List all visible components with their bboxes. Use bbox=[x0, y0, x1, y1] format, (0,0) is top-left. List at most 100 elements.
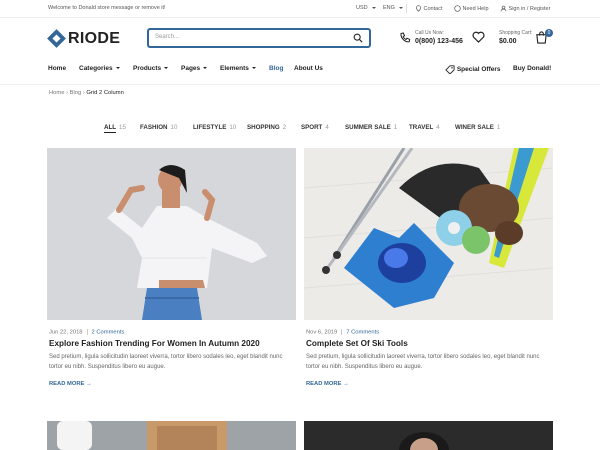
search-input[interactable]: Search... bbox=[155, 34, 179, 40]
language-value: ENG bbox=[383, 5, 395, 11]
read-more-link[interactable]: READ MORE → bbox=[306, 381, 349, 387]
cart-label: Shopping Cart: bbox=[499, 30, 533, 36]
nav-label: Categories bbox=[79, 65, 113, 72]
nav-item-home[interactable]: Home bbox=[48, 65, 66, 72]
call-label: Call Us Now: bbox=[415, 30, 444, 36]
post-comments-link[interactable]: 7 Comments bbox=[346, 330, 379, 336]
filter-label: FASHION bbox=[140, 124, 168, 131]
breadcrumb: Home › Blog › Grid 2 Column bbox=[49, 90, 124, 96]
chevron-down-icon bbox=[115, 67, 120, 70]
post-comments-link[interactable]: 2 Comments bbox=[92, 330, 125, 336]
chevron-down-icon bbox=[372, 6, 377, 9]
heart-icon[interactable] bbox=[472, 31, 485, 43]
nav-item-about[interactable]: About Us bbox=[294, 65, 323, 72]
help-link[interactable]: Need Help bbox=[454, 5, 489, 12]
filter-label: SHOPPING bbox=[247, 124, 280, 131]
nav-label: Products bbox=[133, 65, 162, 72]
divider bbox=[406, 4, 407, 13]
special-offers-link[interactable]: Special Offers bbox=[445, 65, 501, 74]
post-excerpt: Sed pretium, ligula sollicitudin laoreet… bbox=[49, 354, 283, 370]
breadcrumb-home[interactable]: Home bbox=[49, 90, 64, 96]
chevron-down-icon bbox=[399, 6, 404, 9]
filter-count: 4 bbox=[325, 124, 329, 131]
signin-label: Sign in / Register bbox=[508, 5, 551, 12]
signin-link[interactable]: Sign in / Register bbox=[500, 5, 550, 12]
filter-count: 10 bbox=[170, 124, 178, 131]
filter-label: LIFESTYLE bbox=[193, 124, 227, 131]
breadcrumb-blog[interactable]: Blog bbox=[70, 90, 82, 96]
help-icon bbox=[454, 5, 461, 12]
filter-count: 1 bbox=[496, 124, 501, 131]
divider bbox=[86, 329, 88, 335]
breadcrumb-current: Grid 2 Column bbox=[86, 90, 124, 96]
filter-summer-sale[interactable]: SUMMER SALE 1 bbox=[345, 124, 397, 131]
nav-item-categories[interactable]: Categories bbox=[79, 65, 120, 72]
read-more-label: READ MORE bbox=[306, 381, 342, 387]
nav-label: Pages bbox=[181, 65, 201, 72]
filter-count: 10 bbox=[229, 124, 237, 131]
search-box[interactable]: Search... bbox=[147, 28, 371, 48]
call-number[interactable]: 0(800) 123-456 bbox=[415, 38, 463, 45]
read-more-link[interactable]: READ MORE → bbox=[49, 381, 92, 387]
nav-item-blog[interactable]: Blog bbox=[269, 65, 283, 72]
filter-sport[interactable]: SPORT 4 bbox=[301, 124, 329, 131]
chevron-down-icon bbox=[251, 67, 256, 70]
filter-label: SUMMER SALE bbox=[345, 124, 391, 131]
filter-label: SPORT bbox=[301, 124, 323, 131]
divider bbox=[341, 329, 343, 335]
welcome-message: Welcome to Donald store message or remov… bbox=[48, 5, 166, 11]
filter-count: 4 bbox=[436, 124, 440, 131]
cart-count-badge: 0 bbox=[545, 29, 553, 37]
special-offers-label: Special Offers bbox=[456, 66, 501, 74]
post-title[interactable]: Complete Set Of Ski Tools bbox=[306, 339, 408, 348]
post-meta: Jun 22, 2018 2 Comments bbox=[49, 329, 124, 336]
divider bbox=[0, 84, 600, 85]
post-image-portrait[interactable] bbox=[304, 421, 553, 450]
arrow-right-icon: → bbox=[86, 381, 92, 387]
filter-shopping[interactable]: SHOPPING 2 bbox=[247, 124, 286, 131]
filter-lifestyle[interactable]: LIFESTYLE 10 bbox=[193, 124, 236, 131]
contact-link[interactable]: Contact bbox=[415, 5, 443, 12]
chevron-down-icon bbox=[164, 67, 169, 70]
main-nav: Home Categories Products Pages Elements … bbox=[0, 62, 600, 78]
nav-item-pages[interactable]: Pages bbox=[181, 65, 208, 72]
currency-select[interactable]: USD bbox=[356, 5, 377, 11]
filter-label: TRAVEL bbox=[409, 124, 434, 131]
post-date: Nov 6, 2019 bbox=[306, 329, 338, 336]
post-excerpt: Sed pretium, ligula sollicitudin laoreet… bbox=[306, 354, 540, 370]
read-more-label: READ MORE bbox=[49, 381, 85, 387]
nav-item-products[interactable]: Products bbox=[133, 65, 169, 72]
map-pin-icon bbox=[416, 5, 421, 12]
buy-link[interactable]: Buy Donald! bbox=[513, 65, 551, 72]
filter-fashion[interactable]: FASHION 10 bbox=[140, 124, 177, 131]
nav-label: Elements bbox=[220, 65, 249, 72]
search-icon[interactable] bbox=[353, 33, 363, 43]
user-icon bbox=[500, 5, 507, 12]
chevron-down-icon bbox=[203, 67, 208, 70]
filter-label: WINER SALE bbox=[455, 124, 494, 131]
help-label: Need Help bbox=[462, 5, 489, 12]
cart-total: $0.00 bbox=[499, 38, 517, 45]
filter-winer-sale[interactable]: WINER SALE 1 bbox=[455, 124, 500, 131]
language-select[interactable]: ENG bbox=[383, 5, 404, 11]
top-bar: Welcome to Donald store message or remov… bbox=[0, 0, 600, 18]
logo-icon[interactable] bbox=[47, 29, 66, 48]
filter-all[interactable]: ALL 15 bbox=[104, 124, 126, 133]
logo-text[interactable]: RIODE bbox=[68, 30, 120, 48]
filter-travel[interactable]: TRAVEL 4 bbox=[409, 124, 440, 131]
post-title[interactable]: Explore Fashion Trending For Women In Au… bbox=[49, 339, 260, 348]
nav-item-elements[interactable]: Elements bbox=[220, 65, 256, 72]
phone-icon bbox=[400, 32, 411, 43]
post-image-tech[interactable] bbox=[47, 421, 296, 450]
post-image-ski[interactable] bbox=[304, 148, 553, 320]
filter-count: 1 bbox=[393, 124, 398, 131]
post-image-fashion[interactable] bbox=[47, 148, 296, 320]
filter-label: ALL bbox=[104, 124, 117, 133]
filter-count: 2 bbox=[282, 124, 287, 131]
contact-label: Contact bbox=[423, 5, 443, 12]
post-date: Jun 22, 2018 bbox=[49, 329, 83, 336]
currency-value: USD bbox=[356, 5, 368, 11]
tag-icon bbox=[445, 65, 455, 74]
post-meta: Nov 6, 2019 7 Comments bbox=[306, 329, 379, 336]
arrow-right-icon: → bbox=[343, 381, 349, 387]
